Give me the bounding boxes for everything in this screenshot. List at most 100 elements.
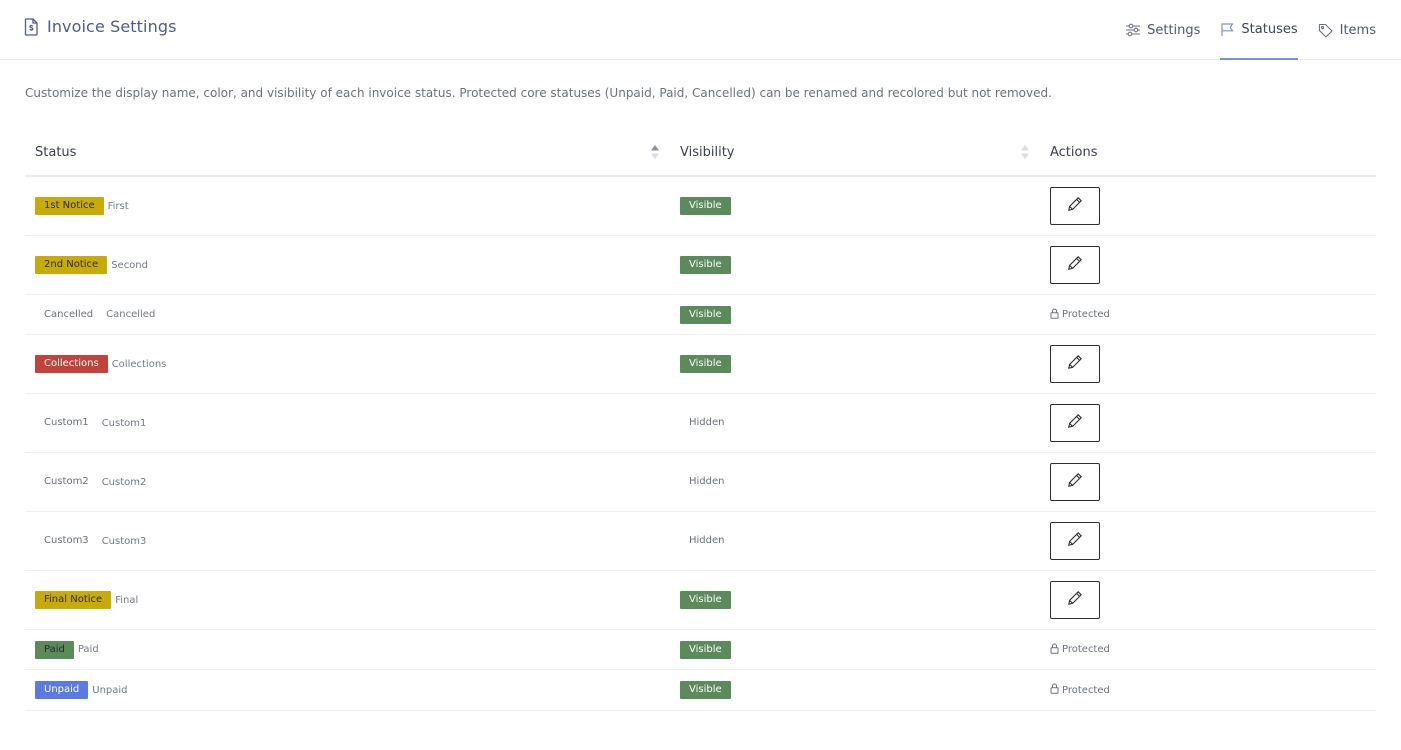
visibility-badge: Visible (680, 681, 731, 699)
column-header-status[interactable]: Status (35, 130, 76, 175)
status-display-name: Custom3 (101, 535, 147, 547)
status-badge: 1st Notice (35, 197, 104, 215)
visibility-cell: Visible (680, 571, 731, 629)
actions-cell (1050, 236, 1100, 294)
status-badge: Unpaid (35, 681, 89, 699)
status-display-name: Paid (77, 644, 99, 655)
status-cell: 2nd Notice Second (35, 236, 148, 294)
table-header: Status Visibility Actions (25, 130, 1376, 177)
table-row: Paid Paid Visible Protected (25, 630, 1376, 670)
visibility-cell: Visible (680, 236, 731, 294)
status-badge: Custom1 (44, 417, 89, 428)
visibility-badge: Hidden (689, 535, 725, 546)
lock-icon (1050, 643, 1059, 657)
pencil-icon (1067, 531, 1083, 551)
visibility-cell: Visible (680, 630, 731, 669)
table-body: 1st Notice First Visible 2nd Notice Second Vi… (25, 177, 1376, 711)
table-row: Final Notice Final Visible (25, 571, 1376, 630)
tab-statuses[interactable]: Statuses (1220, 0, 1298, 60)
app-title: Invoice Settings (24, 17, 177, 36)
pencil-icon (1067, 590, 1083, 610)
visibility-cell: Visible (680, 177, 731, 235)
invoice-file-icon (24, 17, 39, 36)
status-cell: Paid Paid (35, 630, 99, 669)
actions-cell (1050, 394, 1100, 452)
status-display-name: Final (115, 594, 139, 606)
protected-indicator: Protected (1050, 643, 1110, 657)
table-row: Custom2 Custom2 Hidden (25, 453, 1376, 512)
actions-cell (1050, 453, 1100, 511)
statuses-table: Status Visibility Actions 1st Notice Firs… (25, 130, 1376, 711)
visibility-cell: Visible (680, 295, 731, 334)
status-display-name: Cancelled (106, 309, 156, 320)
tab-settings[interactable]: Settings (1125, 0, 1200, 60)
visibility-badge: Visible (680, 256, 731, 274)
status-display-name: Custom1 (101, 417, 147, 429)
status-cell: Final Notice Final (35, 571, 138, 629)
visibility-badge: Visible (680, 640, 731, 659)
edit-status-button[interactable] (1050, 345, 1100, 383)
status-cell: Custom3 Custom3 (35, 512, 146, 570)
protected-label: Protected (1062, 644, 1110, 655)
table-row: Custom3 Custom3 Hidden (25, 512, 1376, 571)
status-badge: Paid (35, 640, 74, 659)
status-cell: Custom2 Custom2 (35, 453, 146, 511)
actions-cell: Protected (1050, 630, 1110, 669)
lock-icon (1050, 683, 1059, 697)
page-title: Invoice Settings (47, 17, 177, 36)
table-row: 2nd Notice Second Visible (25, 236, 1376, 295)
status-display-name: First (107, 200, 129, 212)
status-badge: Collections (35, 355, 108, 373)
visibility-badge: Visible (680, 355, 731, 373)
actions-cell: Protected (1050, 670, 1110, 710)
edit-status-button[interactable] (1050, 246, 1100, 284)
tag-icon (1318, 23, 1334, 38)
status-badge: Cancelled (44, 308, 94, 320)
status-cell: Cancelled Cancelled (35, 295, 155, 334)
visibility-cell: Visible (680, 670, 731, 710)
column-header-visibility[interactable]: Visibility (680, 130, 734, 175)
edit-status-button[interactable] (1050, 581, 1100, 619)
visibility-badge: Visible (680, 197, 731, 215)
visibility-badge: Visible (680, 591, 731, 609)
edit-status-button[interactable] (1050, 404, 1100, 442)
status-badge: Custom3 (44, 535, 89, 546)
status-display-name: Unpaid (92, 684, 128, 696)
edit-status-button[interactable] (1050, 187, 1100, 225)
status-display-name: Collections (111, 358, 167, 370)
actions-cell (1050, 571, 1100, 629)
lock-icon (1050, 308, 1059, 322)
visibility-cell: Visible (680, 335, 731, 393)
tab-items[interactable]: Items (1318, 0, 1376, 60)
edit-status-button[interactable] (1050, 522, 1100, 560)
pencil-icon (1067, 413, 1083, 433)
status-display-name: Second (111, 259, 148, 271)
visibility-badge: Visible (680, 305, 731, 324)
pencil-icon (1067, 472, 1083, 492)
status-display-name: Custom2 (101, 476, 147, 488)
protected-label: Protected (1062, 684, 1110, 696)
table-row: Collections Collections Visible (25, 335, 1376, 394)
status-cell: 1st Notice First (35, 177, 129, 235)
table-row: Unpaid Unpaid Visible Protected (25, 670, 1376, 711)
column-header-actions: Actions (1050, 145, 1098, 160)
actions-cell: Protected (1050, 295, 1110, 334)
actions-cell (1050, 335, 1100, 393)
table-row: 1st Notice First Visible (25, 177, 1376, 236)
table-row: Cancelled Cancelled Visible Protected (25, 295, 1376, 335)
page-description: Customize the display name, color, and v… (25, 86, 1052, 100)
actions-cell (1050, 177, 1100, 235)
visibility-cell: Hidden (680, 512, 733, 570)
actions-cell (1050, 512, 1100, 570)
table-row: Custom1 Custom1 Hidden (25, 394, 1376, 453)
edit-status-button[interactable] (1050, 463, 1100, 501)
status-badge: Custom2 (44, 476, 89, 487)
sort-ascending-icon[interactable] (650, 144, 660, 160)
protected-indicator: Protected (1050, 683, 1110, 697)
status-badge: 2nd Notice (35, 256, 108, 274)
sort-unsorted-icon[interactable] (1020, 144, 1030, 160)
visibility-badge: Hidden (689, 417, 725, 428)
status-cell: Custom1 Custom1 (35, 394, 146, 452)
status-badge: Final Notice (35, 591, 112, 609)
pencil-icon (1067, 255, 1083, 275)
